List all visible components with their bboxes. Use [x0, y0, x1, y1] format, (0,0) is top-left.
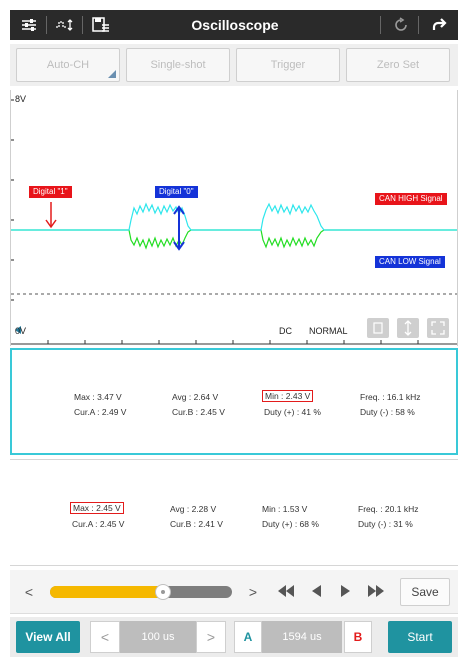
cursor-value: 1594 us	[262, 621, 342, 653]
freq-value: Freq. : 20.1 kHz	[358, 504, 419, 514]
measurement-panel-1[interactable]: Max : 3.47 V Avg : 2.64 V Min : 2.43 V F…	[10, 348, 458, 455]
vertical-scale-button[interactable]	[397, 318, 419, 338]
zero-set-button[interactable]: Zero Set	[346, 48, 450, 82]
playback-controls: < > Save	[10, 570, 458, 614]
time-div-value: 100 us	[120, 621, 196, 653]
can-low-label: CAN LOW Signal	[375, 256, 445, 268]
digital0-label: Digital "0"	[155, 186, 198, 198]
slider-thumb[interactable]	[154, 584, 171, 600]
separator	[46, 16, 47, 34]
save-button[interactable]: Save	[400, 578, 450, 606]
avg-value: Avg : 2.28 V	[170, 504, 217, 514]
fast-forward-icon[interactable]	[364, 582, 388, 602]
cursor-a-button[interactable]: A	[234, 621, 262, 653]
capture-button[interactable]	[367, 318, 389, 338]
scope-waveform	[11, 99, 457, 345]
waveform-icon[interactable]	[54, 15, 76, 35]
avg-value: Avg : 2.64 V	[172, 392, 219, 402]
cur-b-value: Cur.B : 2.45 V	[172, 407, 225, 417]
single-shot-button[interactable]: Single-shot	[126, 48, 230, 82]
next-page-button[interactable]: >	[244, 582, 262, 602]
min-value: Min : 2.43 V	[262, 390, 314, 402]
save-list-icon[interactable]	[90, 15, 112, 35]
refresh-icon[interactable]	[390, 15, 412, 35]
cur-b-value: Cur.B : 2.41 V	[170, 519, 223, 529]
duty-neg-value: Duty (-) : 58 %	[360, 407, 415, 417]
max-value: Max : 2.45 V	[70, 502, 124, 514]
prev-page-button[interactable]: <	[20, 582, 38, 602]
can-high-label: CAN HIGH Signal	[375, 193, 447, 205]
sliders-icon[interactable]	[18, 15, 40, 35]
duty-pos-value: Duty (+) : 41 %	[264, 407, 321, 417]
time-decrease-button[interactable]: <	[90, 621, 120, 653]
duty-pos-value: Duty (+) : 68 %	[262, 519, 319, 529]
scope-display[interactable]: 8V Digital "1" Digital "0" CAN HIGH Sign…	[10, 90, 458, 346]
bottom-toolbar: View All < 100 us > A 1594 us B Start	[10, 617, 458, 657]
auto-ch-label: Auto-CH	[46, 59, 90, 71]
time-axis-ticks	[47, 340, 419, 344]
rewind-icon[interactable]	[274, 582, 298, 602]
page-title: Oscilloscope	[191, 17, 279, 33]
can-low-trace	[11, 229, 457, 250]
mode-button-row: Auto-CH Single-shot Trigger Zero Set	[10, 44, 458, 86]
cursor-b-button[interactable]: B	[344, 621, 372, 653]
digital0-arrow	[173, 205, 185, 251]
coupling-label: DC	[279, 326, 292, 336]
start-button[interactable]: Start	[388, 621, 452, 653]
fullscreen-button[interactable]	[427, 318, 449, 338]
cur-a-value: Cur.A : 2.49 V	[74, 407, 127, 417]
separator	[82, 16, 83, 34]
digital1-arrow	[45, 202, 57, 229]
measurement-panel-2[interactable]: Max : 2.45 V Avg : 2.28 V Min : 1.53 V F…	[10, 459, 458, 566]
mode-label: NORMAL	[309, 326, 348, 336]
auto-ch-button[interactable]: Auto-CH	[16, 48, 120, 82]
max-value: Max : 3.47 V	[74, 392, 122, 402]
timeline-slider[interactable]	[50, 586, 232, 598]
cur-a-value: Cur.A : 2.45 V	[72, 519, 125, 529]
back-icon[interactable]	[428, 15, 450, 35]
voltage-bottom-label: 0V	[15, 326, 27, 336]
step-forward-icon[interactable]	[336, 582, 356, 602]
slider-fill	[50, 586, 163, 598]
dropdown-corner-icon	[108, 70, 116, 78]
step-back-icon[interactable]	[306, 582, 326, 602]
trigger-button[interactable]: Trigger	[236, 48, 340, 82]
separator	[418, 16, 419, 34]
axis-ticks	[11, 99, 14, 301]
can-high-trace	[11, 202, 457, 231]
separator	[380, 16, 381, 34]
min-value: Min : 1.53 V	[262, 504, 308, 514]
duty-neg-value: Duty (-) : 31 %	[358, 519, 413, 529]
digital1-label: Digital "1"	[29, 186, 72, 198]
time-increase-button[interactable]: >	[196, 621, 226, 653]
view-all-button[interactable]: View All	[16, 621, 80, 653]
freq-value: Freq. : 16.1 kHz	[360, 392, 421, 402]
title-bar: Oscilloscope	[10, 10, 458, 40]
